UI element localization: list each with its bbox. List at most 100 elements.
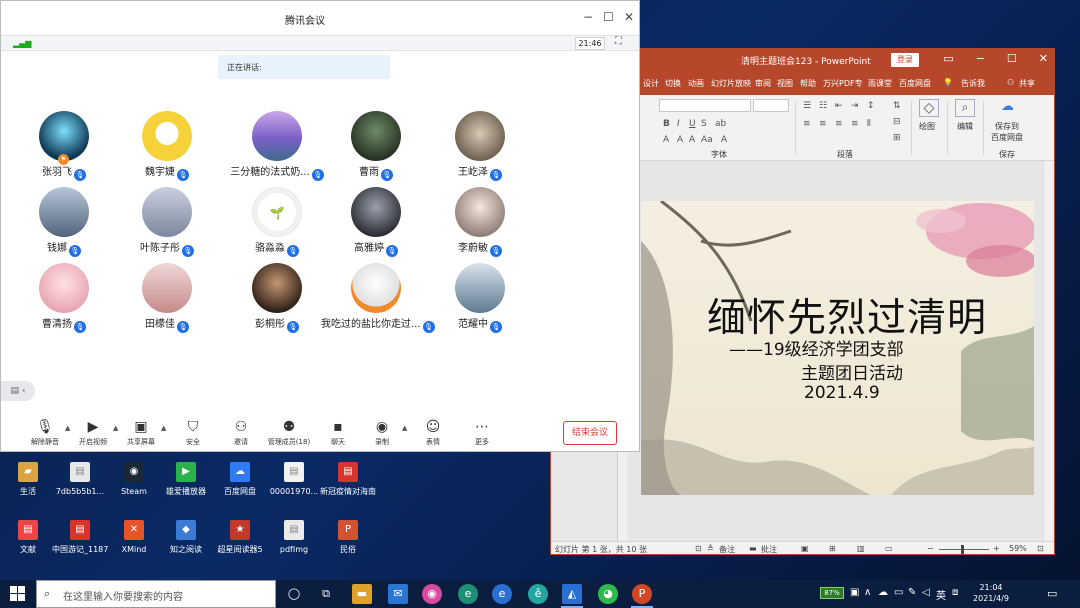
slide-vertical-scrollbar[interactable] xyxy=(1043,161,1054,541)
desktop-icon[interactable]: ▰ 生活 xyxy=(0,462,56,497)
align-right-icon[interactable]: ≡ xyxy=(835,119,843,129)
slide-canvas[interactable]: 缅怀先烈过清明 ——19级经济学团支部 主题团日活动 2021.4.9 xyxy=(641,201,1034,495)
desktop-icon[interactable]: ▶ 雄爱播放器 xyxy=(158,462,214,497)
mail-icon[interactable]: ✉ xyxy=(388,584,408,604)
drawing-shapes-icon[interactable]: ◇ xyxy=(919,99,939,117)
outdent-icon[interactable]: ⇥ xyxy=(851,101,859,111)
participant-tile[interactable]: 魏宇婕 🎙︎ xyxy=(112,111,222,181)
desktop-icon[interactable]: ▤ 中国游记_118781... xyxy=(52,520,108,555)
tencent-meeting-window[interactable]: 腾讯会议 − ☐ ✕ ▂▄▆ 21:46 ⛶ 正在讲话: ⚑ 张羽飞 🎙︎ 魏宇婕 🎙︎… xyxy=(0,0,640,452)
italic-icon[interactable]: I xyxy=(677,119,680,129)
tab-view[interactable]: 视图 xyxy=(777,78,793,89)
accessibility-icon[interactable]: ⊡ xyxy=(695,544,702,553)
collapse-panel-button[interactable]: ▤ ‹ xyxy=(1,381,35,401)
taskbar-clock[interactable]: 21:04 2021/4/9 xyxy=(962,582,1020,604)
participant-tile[interactable]: 钱娜 🎙︎ xyxy=(9,187,119,257)
shrink-font-icon[interactable]: A xyxy=(689,135,695,145)
windows-start-icon[interactable] xyxy=(10,586,25,601)
zoom-level[interactable]: 59% xyxy=(1009,544,1027,553)
editing-search-icon[interactable]: ⌕ xyxy=(955,99,975,117)
change-case-icon[interactable]: Aa xyxy=(701,135,713,145)
font-color-icon[interactable]: A xyxy=(663,135,669,145)
taskbar-search-input[interactable]: ⌕ 在这里输入你要搜索的内容 xyxy=(36,580,276,608)
participant-tile[interactable]: 高雅婷 🎙︎ xyxy=(321,187,431,257)
show-hidden-icon[interactable]: ∧ xyxy=(864,587,871,598)
zoom-in-icon[interactable]: + xyxy=(993,544,1000,553)
slide-subtitle-1[interactable]: ——19级经济学团支部 xyxy=(729,335,904,360)
desktop-icon[interactable]: ✕ XMind xyxy=(106,520,162,555)
desktop-icon[interactable]: ▤ pdfImg xyxy=(266,520,322,555)
zoom-out-icon[interactable]: − xyxy=(927,544,934,553)
participant-tile[interactable]: 李蔚敏 🎙︎ xyxy=(425,187,535,257)
bullets-icon[interactable]: ☰ xyxy=(803,101,811,111)
browser-icon[interactable]: ◉ xyxy=(422,584,442,604)
tab-baidu-pan[interactable]: 百度网盘 xyxy=(899,78,931,89)
drawing-button[interactable]: 绘图 xyxy=(919,121,935,132)
close-icon[interactable]: ✕ xyxy=(1039,52,1048,65)
participant-tile[interactable]: 🌱 骆淼淼 🎙︎ xyxy=(222,187,332,257)
desktop-icon[interactable]: ◉ Steam xyxy=(106,462,162,497)
tab-animations[interactable]: 动画 xyxy=(688,78,704,89)
minimize-icon[interactable]: − xyxy=(976,52,985,65)
desktop-icon[interactable]: ▤ 新冠疫情对海南旅游业影... xyxy=(320,462,376,497)
comments-button[interactable]: 批注 xyxy=(761,544,777,554)
maximize-icon[interactable]: ☐ xyxy=(1007,52,1017,65)
ppt-login-button[interactable]: 登录 xyxy=(891,53,919,67)
desktop-icon[interactable]: ☁ 百度网盘 xyxy=(212,462,268,497)
tell-me-search[interactable]: 告诉我 xyxy=(961,78,985,89)
line-spacing-icon[interactable]: ↕ xyxy=(867,101,875,111)
notes-button[interactable]: 备注 xyxy=(719,544,735,554)
strikethrough-icon[interactable]: S xyxy=(701,119,707,129)
slide-sorter-icon[interactable]: ⊞ xyxy=(829,544,836,553)
tab-transitions[interactable]: 切换 xyxy=(665,78,681,89)
char-spacing-icon[interactable]: ab xyxy=(715,119,726,129)
ime-language[interactable]: 英 xyxy=(936,587,946,602)
ie-icon[interactable]: e xyxy=(492,584,512,604)
align-center-icon[interactable]: ≡ xyxy=(819,119,827,129)
justify-icon[interactable]: ≡ xyxy=(851,119,859,129)
cloud-icon[interactable]: ☁ xyxy=(878,587,888,598)
ime-mode-icon[interactable]: ⧈ xyxy=(952,587,958,598)
minimize-icon[interactable]: − xyxy=(583,10,593,24)
participant-tile[interactable]: 曹清扬 🎙︎ xyxy=(9,263,119,333)
tab-wondershare-pdf[interactable]: 万兴PDF专 xyxy=(823,78,863,89)
tab-design[interactable]: 设计 xyxy=(643,78,659,89)
indent-icon[interactable]: ⇤ xyxy=(835,101,843,111)
tab-help[interactable]: 帮助 xyxy=(800,78,816,89)
desktop-icon[interactable]: ▤ 7db5b5b1... xyxy=(52,462,108,497)
tab-rain-classroom[interactable]: 雨课堂 xyxy=(868,78,892,89)
participant-tile[interactable]: 三分糖的法式奶... 🎙︎ xyxy=(222,111,332,181)
desktop-icon[interactable]: ▤ 文献 xyxy=(0,520,56,555)
tab-slideshow[interactable]: 幻灯片放映 xyxy=(711,78,751,89)
zoom-slider[interactable] xyxy=(939,549,989,550)
participant-tile[interactable]: 王屹泽 🎙︎ xyxy=(425,111,535,181)
slide-subtitle-2[interactable]: 主题团日活动 xyxy=(801,359,903,384)
battery-indicator[interactable]: 87% xyxy=(820,587,844,599)
emoji-button[interactable]: ☺ 表情 xyxy=(405,419,461,447)
tray-app-icon[interactable]: ▣ xyxy=(850,587,859,598)
desktop-icon[interactable]: P 民俗 xyxy=(320,520,376,555)
participant-tile[interactable]: 叶陈子彤 🎙︎ xyxy=(112,187,222,257)
slideshow-view-icon[interactable]: ▭ xyxy=(885,544,893,553)
share-button[interactable]: 共享 xyxy=(1019,78,1035,89)
participant-tile[interactable]: 田檬佳 🎙︎ xyxy=(112,263,222,333)
participant-tile[interactable]: ⚑ 张羽飞 🎙︎ xyxy=(9,111,119,181)
tencent-meeting-taskbar-icon[interactable]: ◭ xyxy=(562,584,582,604)
maximize-icon[interactable]: ☐ xyxy=(603,10,614,24)
font-name-select[interactable] xyxy=(659,99,751,112)
close-icon[interactable]: ✕ xyxy=(624,10,634,24)
reading-view-icon[interactable]: ▥ xyxy=(857,544,865,553)
underline-icon[interactable]: U xyxy=(689,119,696,129)
ribbon-display-icon[interactable]: ▭ xyxy=(943,52,953,65)
network-signal-icon[interactable]: ▂▄▆ xyxy=(13,39,31,48)
notification-icon[interactable]: ▭ xyxy=(1047,587,1057,600)
participant-tile[interactable]: 我吃过的盐比你走过... 🎙︎ xyxy=(321,263,435,333)
manage-members-button[interactable]: ⚉ 管理成员(18) xyxy=(261,419,317,447)
desktop-icon[interactable]: ◆ 知之阅读 xyxy=(158,520,214,555)
slide-date[interactable]: 2021.4.9 xyxy=(804,383,880,403)
app-icon[interactable]: ê xyxy=(528,584,548,604)
columns-icon[interactable]: ⫴ xyxy=(867,119,871,129)
pen-icon[interactable]: ✎ xyxy=(908,587,916,598)
end-meeting-button[interactable]: 结束会议 xyxy=(563,421,617,445)
fullscreen-icon[interactable]: ⛶ xyxy=(615,36,622,47)
